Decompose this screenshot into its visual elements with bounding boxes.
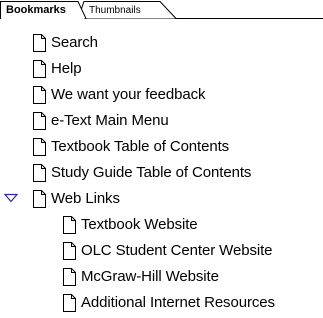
page-icon: [33, 164, 46, 182]
page-icon: [63, 294, 76, 312]
page-icon: [63, 216, 76, 234]
page-icon: [63, 268, 76, 286]
bookmark-label: McGraw-Hill Website: [81, 268, 219, 285]
bookmark-label: Textbook Website: [81, 216, 198, 233]
tab-bookmarks[interactable]: Bookmarks: [6, 3, 66, 17]
panel-tab-bar: Bookmarks Thumbnails: [0, 0, 323, 20]
triangle-down-icon[interactable]: [4, 193, 18, 203]
bookmark-label: Textbook Table of Contents: [51, 138, 230, 155]
bookmark-item-etext-main-menu[interactable]: e-Text Main Menu: [32, 108, 169, 134]
page-icon: [63, 242, 76, 260]
page-icon: [33, 86, 46, 104]
page-icon: [33, 190, 46, 208]
bookmark-label: Web Links: [51, 190, 120, 207]
bookmark-item-web-links[interactable]: Web Links: [32, 186, 120, 212]
bookmark-item-textbook-website[interactable]: Textbook Website: [62, 212, 198, 238]
bookmark-label: We want your feedback: [51, 86, 206, 103]
tab-thumbnails[interactable]: Thumbnails: [89, 4, 141, 18]
bookmark-item-textbook-toc[interactable]: Textbook Table of Contents: [32, 134, 229, 160]
bookmark-label: Help: [51, 60, 82, 77]
bookmark-item-mcgraw-hill-website[interactable]: McGraw-Hill Website: [62, 264, 219, 290]
bookmark-item-olc-student-center[interactable]: OLC Student Center Website: [62, 238, 272, 264]
bookmark-label: Additional Internet Resources: [81, 294, 275, 311]
page-icon: [33, 60, 46, 78]
bookmark-item-help[interactable]: Help: [32, 56, 82, 82]
page-icon: [33, 138, 46, 156]
bookmark-item-search[interactable]: Search: [32, 30, 98, 56]
bookmark-label: e-Text Main Menu: [51, 112, 169, 129]
bookmark-item-additional-resources[interactable]: Additional Internet Resources: [62, 290, 275, 316]
bookmark-label: Search: [51, 34, 98, 51]
bookmark-item-study-guide-toc[interactable]: Study Guide Table of Contents: [32, 160, 251, 186]
bookmark-label: OLC Student Center Website: [81, 242, 273, 259]
bookmark-item-feedback[interactable]: We want your feedback: [32, 82, 205, 108]
page-icon: [33, 112, 46, 130]
bookmark-label: Study Guide Table of Contents: [51, 164, 252, 181]
page-icon: [33, 34, 46, 52]
